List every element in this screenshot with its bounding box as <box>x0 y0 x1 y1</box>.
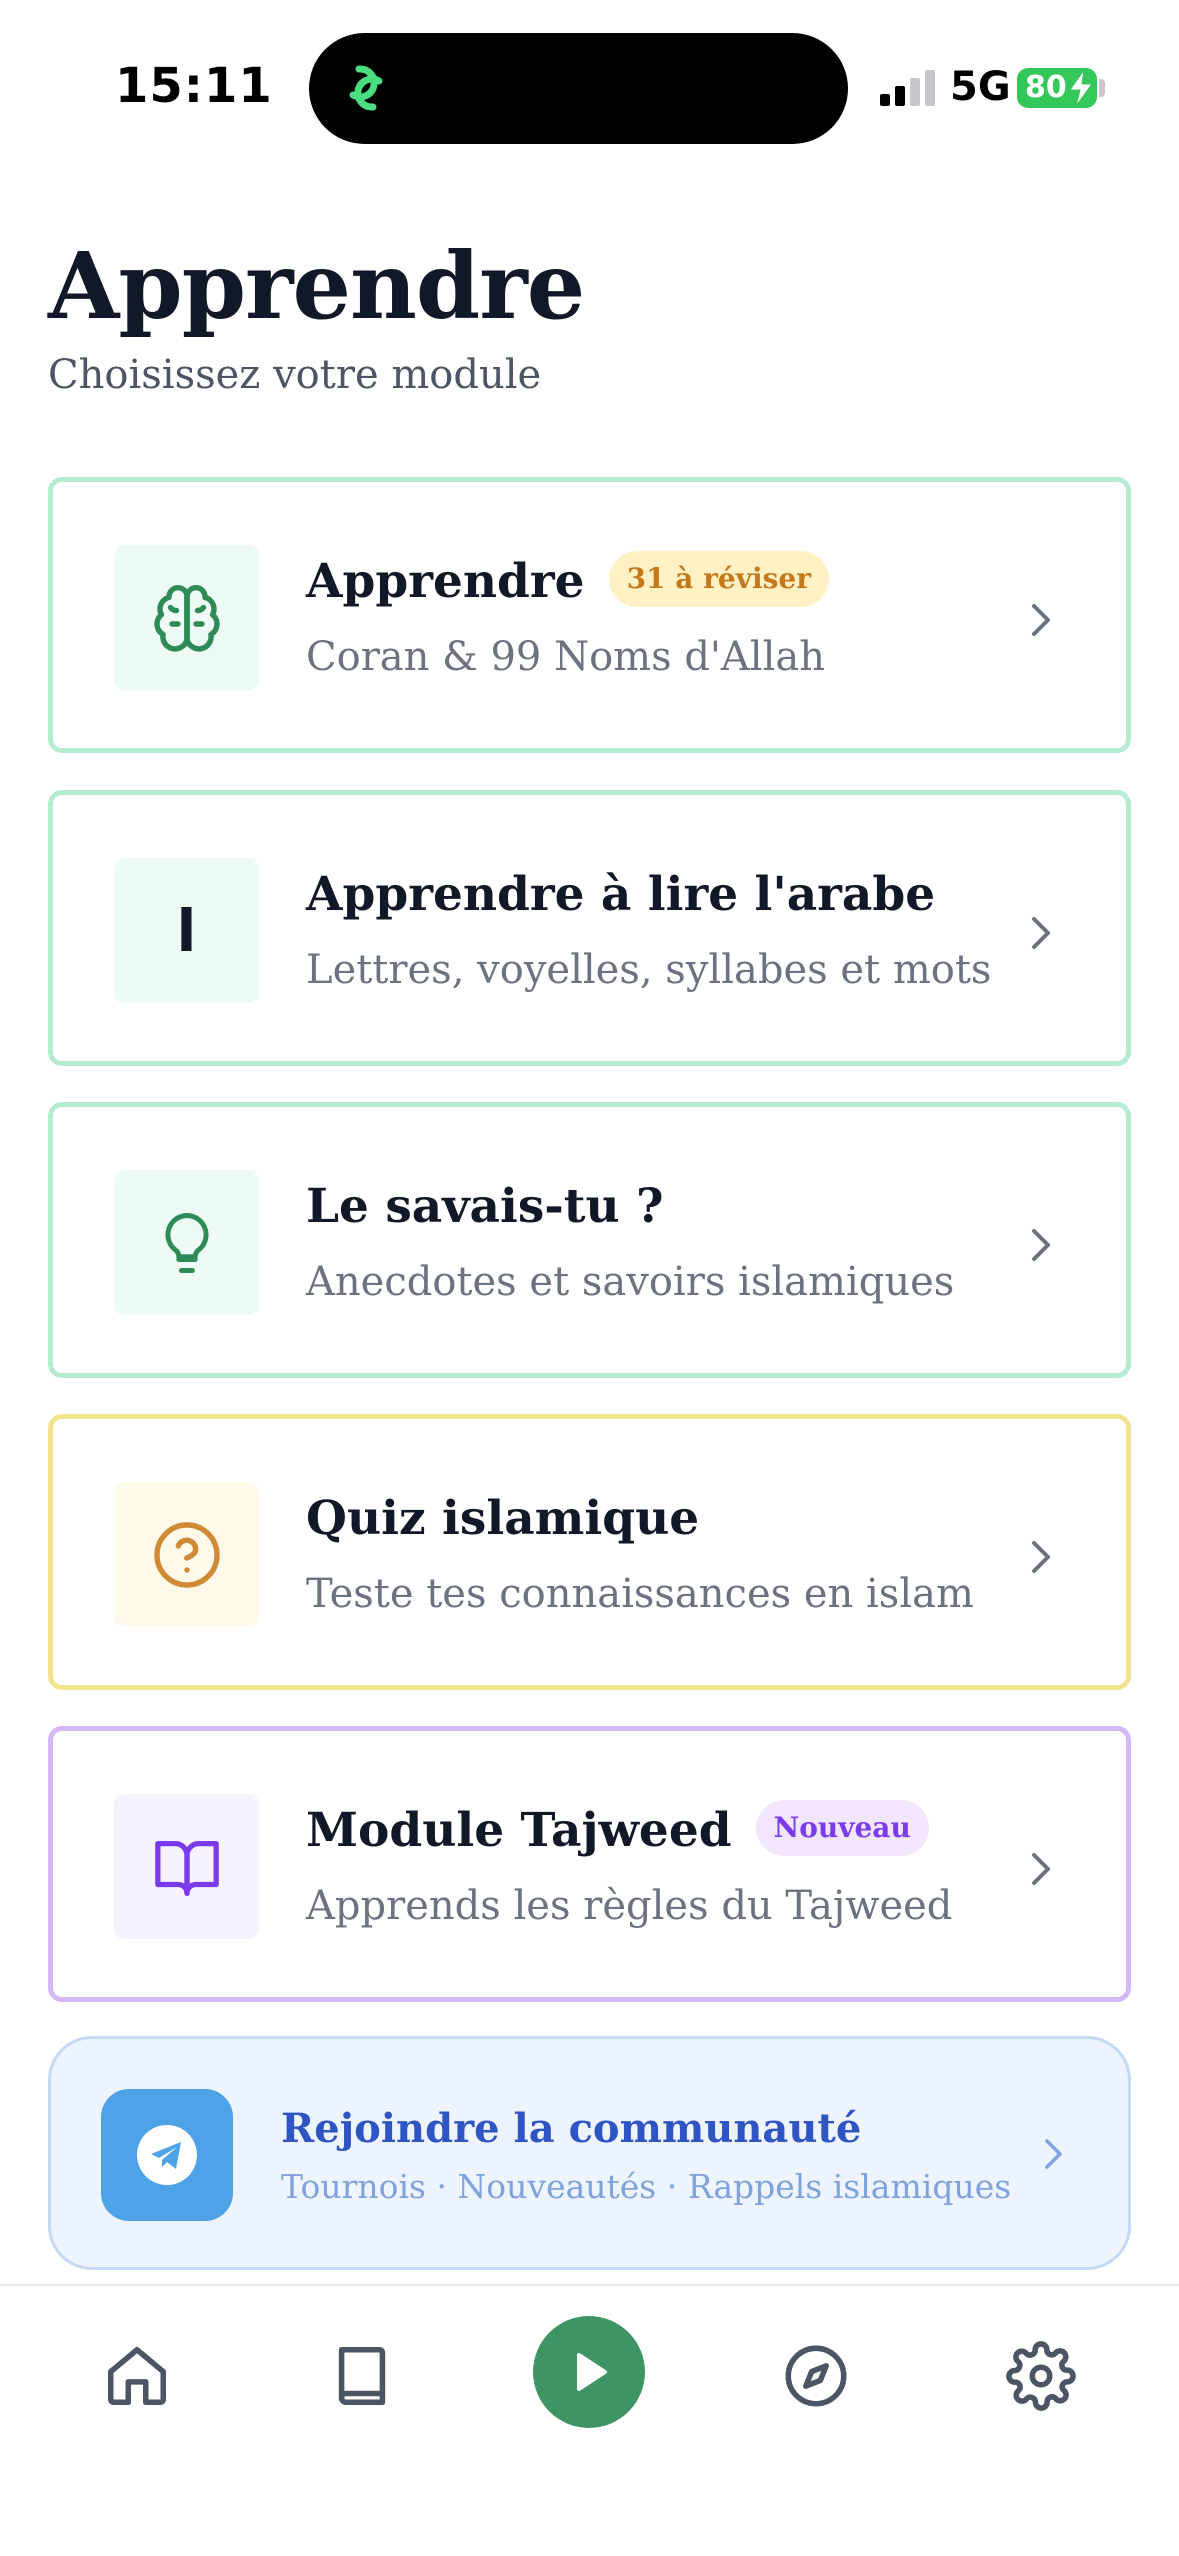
module-icon-box <box>114 1794 259 1939</box>
battery-cap <box>1099 79 1105 97</box>
module-subtitle: Coran & 99 Noms d'Allah <box>306 634 826 680</box>
lightbulb-icon <box>164 1212 209 1273</box>
module-subtitle: Apprends les règles du Tajweed <box>306 1883 953 1929</box>
module-icon-box <box>114 545 259 690</box>
bottom-navigation <box>0 2284 1179 2556</box>
page-subtitle: Choisissez votre module <box>48 352 542 398</box>
book-icon <box>338 2346 386 2406</box>
module-subtitle: Anecdotes et savoirs islamiques <box>306 1259 955 1305</box>
nav-play[interactable] <box>533 2316 645 2428</box>
module-subtitle: Lettres, voyelles, syllabes et mots <box>306 947 992 993</box>
community-banner[interactable]: Rejoindre la communauté Tournois · Nouve… <box>48 2036 1131 2270</box>
brain-icon <box>153 584 220 652</box>
module-card-tajweed[interactable]: Module Tajweed Nouveau Apprends les règle… <box>48 1726 1131 2002</box>
module-icon-box: ا <box>114 858 259 1003</box>
question-circle-icon <box>153 1521 220 1588</box>
compass-icon <box>785 2345 847 2407</box>
new-badge: Nouveau <box>755 1800 929 1856</box>
chevron-right-icon <box>1032 917 1050 949</box>
module-card-arabic-reading[interactable]: ا Apprendre à lire l'arabe Lettres, voye… <box>48 790 1131 1066</box>
module-title: Apprendre 31 à réviser <box>306 551 829 613</box>
chevron-right-icon <box>1032 1541 1050 1573</box>
review-count-badge: 31 à réviser <box>608 551 829 607</box>
chevron-right-icon <box>1032 1853 1050 1885</box>
module-title: Le savais-tu ? <box>306 1179 664 1234</box>
cellular-signal-icon <box>880 70 935 106</box>
module-title: Module Tajweed Nouveau <box>306 1800 929 1862</box>
chevron-right-icon <box>1032 1229 1050 1261</box>
module-title: Quiz islamique <box>306 1491 700 1546</box>
charging-bolt-icon <box>1069 70 1093 106</box>
nav-library[interactable] <box>322 2336 402 2416</box>
module-title: Apprendre à lire l'arabe <box>306 867 936 922</box>
home-icon <box>107 2346 167 2406</box>
telegram-icon <box>137 2125 197 2185</box>
module-icon-box <box>114 1170 259 1315</box>
network-type: 5G <box>950 64 1011 110</box>
community-title: Rejoindre la communauté <box>281 2105 862 2152</box>
link-icon <box>349 65 383 111</box>
nav-explore[interactable] <box>776 2336 856 2416</box>
module-icon-box <box>114 1482 259 1627</box>
community-subtitle: Tournois · Nouveautés · Rappels islamiqu… <box>281 2167 1012 2206</box>
gear-icon <box>1006 2341 1076 2411</box>
open-book-icon <box>154 1840 219 1896</box>
module-card-did-you-know[interactable]: Le savais-tu ? Anecdotes et savoirs isla… <box>48 1102 1131 1378</box>
status-time: 15:11 <box>115 58 273 114</box>
module-card-apprendre[interactable]: Apprendre 31 à réviser Coran & 99 Noms d'… <box>48 477 1131 753</box>
chevron-right-icon <box>1045 2139 1062 2169</box>
module-subtitle: Teste tes connaissances en islam <box>306 1571 974 1617</box>
status-bar: 15:11 5G 80 <box>0 0 1179 150</box>
alif-letter-icon: ا <box>176 896 197 965</box>
module-card-quiz[interactable]: Quiz islamique Teste tes connaissances e… <box>48 1414 1131 1690</box>
play-icon <box>577 2353 607 2391</box>
dynamic-island <box>309 33 848 144</box>
chevron-right-icon <box>1032 604 1050 636</box>
page-title: Apprendre <box>48 232 585 340</box>
nav-home[interactable] <box>97 2336 177 2416</box>
telegram-icon-box <box>101 2089 233 2221</box>
nav-settings[interactable] <box>1001 2336 1081 2416</box>
